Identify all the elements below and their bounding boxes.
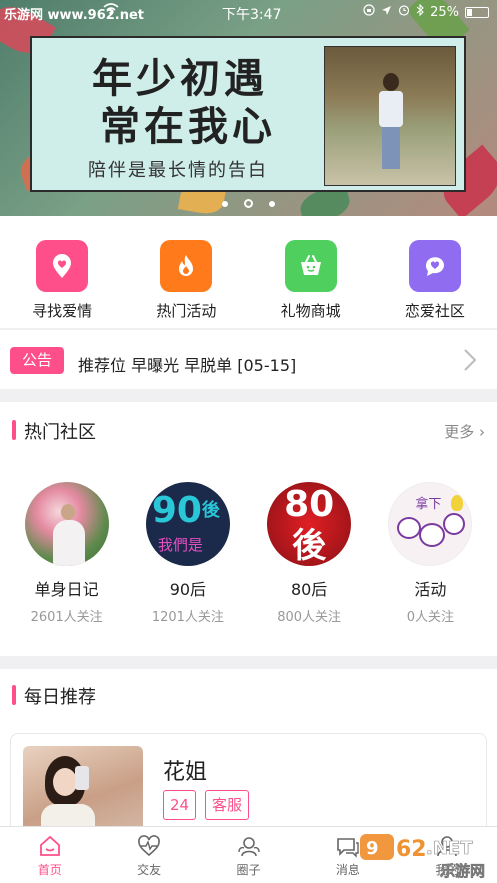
wifi-icon	[103, 3, 119, 19]
location-icon	[381, 5, 392, 20]
alarm-icon	[398, 4, 410, 20]
tab-profile[interactable]: 我的	[398, 827, 497, 883]
chat-heart-icon	[408, 240, 461, 292]
quick-actions: 寻找爱情 热门活动 礼物商城 恋爱社区	[0, 216, 497, 328]
section-title: 热门社区	[24, 422, 96, 443]
community-followers: 800人关注	[277, 610, 342, 625]
tab-label: 消息	[335, 863, 360, 877]
bluetooth-icon	[416, 3, 424, 20]
section-accent-bar	[12, 685, 16, 705]
tab-label: 我的	[435, 863, 460, 877]
tab-messages[interactable]: 消息	[298, 827, 397, 883]
app-screen: 年少初遇 常在我心 陪伴是最长情的告白 乐游网 www.962.net 下午3:…	[0, 0, 497, 883]
carousel-dot-active[interactable]	[244, 199, 253, 208]
section-header: 每日推荐	[0, 669, 497, 725]
banner-title-line2: 常在我心	[100, 103, 276, 150]
90-avatar: 90 後 我們是	[145, 482, 230, 566]
role-tag: 客服	[205, 790, 250, 820]
quick-label: 寻找爱情	[32, 302, 93, 320]
more-link[interactable]: 更多 ›	[444, 421, 485, 442]
quick-label: 热门活动	[156, 302, 217, 320]
basket-icon	[284, 240, 337, 292]
profile-icon	[398, 833, 497, 859]
banner-subtitle: 陪伴是最长情的告白	[88, 160, 268, 181]
community-name: 单身日记	[34, 580, 99, 599]
lock-rotation-icon	[363, 4, 375, 20]
fire-icon	[160, 240, 213, 292]
tab-friends[interactable]: 交友	[99, 827, 198, 883]
quick-love-community[interactable]: 恋爱社区	[385, 240, 485, 328]
tab-label: 首页	[37, 863, 62, 877]
community-followers: 1201人关注	[151, 610, 224, 625]
community-item[interactable]: 拿下 活动 0人关注	[371, 482, 489, 625]
section-header: 热门社区 更多 ›	[0, 402, 497, 458]
banner-photo	[324, 46, 456, 186]
heartbeat-icon	[99, 833, 198, 859]
status-carrier: 乐游网 www.962.net	[4, 8, 145, 23]
community-list: 单身日记 2601人关注 90 後 我們是 90后 1201人关注 80 後 8…	[0, 482, 497, 625]
tab-label: 圈子	[236, 863, 261, 877]
community-followers: 2601人关注	[30, 610, 103, 625]
quick-label: 恋爱社区	[404, 302, 465, 320]
quick-gift-mall[interactable]: 礼物商城	[261, 240, 361, 328]
80-avatar: 80 後	[267, 482, 352, 566]
tab-bar: 首页 交友 圈子 消息 我的	[0, 826, 497, 883]
status-right: 25%	[103, 3, 489, 20]
photo-person	[377, 73, 405, 169]
banner-carousel[interactable]: 年少初遇 常在我心 陪伴是最长情的告白	[0, 0, 497, 216]
status-bar: 乐游网 www.962.net 下午3:47 25%	[0, 0, 497, 26]
daily-section: 每日推荐 花姐 24 客服	[0, 669, 497, 853]
status-time: 下午3:47	[222, 7, 282, 23]
tab-home[interactable]: 首页	[0, 827, 99, 883]
age-tag: 24	[163, 790, 197, 820]
section-title: 每日推荐	[24, 687, 96, 708]
heart-pin-icon	[36, 240, 89, 292]
carousel-dot[interactable]	[269, 200, 275, 207]
notice-text: 推荐位 早曝光 早脱单 [05-15]	[78, 356, 297, 375]
quick-find-love[interactable]: 寻找爱情	[12, 240, 112, 328]
home-icon	[0, 833, 99, 859]
battery-percent: 25%	[430, 4, 459, 20]
hot-community-section: 热门社区 更多 › 单身日记 2601人关注 90 後 我們是 90后 1201…	[0, 402, 497, 656]
notice-badge: 公告	[10, 347, 64, 374]
message-icon	[298, 833, 397, 859]
cartoon-avatar: 拿下	[388, 482, 473, 566]
banner-card: 年少初遇 常在我心 陪伴是最长情的告白	[30, 36, 466, 192]
chevron-right-icon[interactable]	[463, 348, 477, 376]
section-accent-bar	[12, 420, 16, 440]
tab-circle[interactable]: 圈子	[199, 827, 298, 883]
community-item[interactable]: 单身日记 2601人关注	[8, 482, 126, 625]
community-item[interactable]: 90 後 我們是 90后 1201人关注	[129, 482, 247, 625]
community-name: 80后	[290, 580, 328, 599]
recommend-name: 花姐	[163, 760, 208, 785]
carousel-dot[interactable]	[222, 200, 228, 207]
carousel-dots	[0, 193, 497, 212]
notice-bar[interactable]: 公告 推荐位 早曝光 早脱单 [05-15]	[0, 329, 497, 389]
group-icon	[199, 833, 298, 859]
quick-hot-activity[interactable]: 热门活动	[136, 240, 236, 328]
community-followers: 0人关注	[406, 610, 455, 625]
community-name: 90后	[169, 580, 207, 599]
flower-girl-avatar	[24, 482, 109, 566]
community-name: 活动	[414, 580, 447, 599]
community-item[interactable]: 80 後 80后 800人关注	[250, 482, 368, 625]
quick-label: 礼物商城	[280, 302, 341, 320]
tab-label: 交友	[137, 863, 162, 877]
battery-icon	[465, 6, 489, 18]
